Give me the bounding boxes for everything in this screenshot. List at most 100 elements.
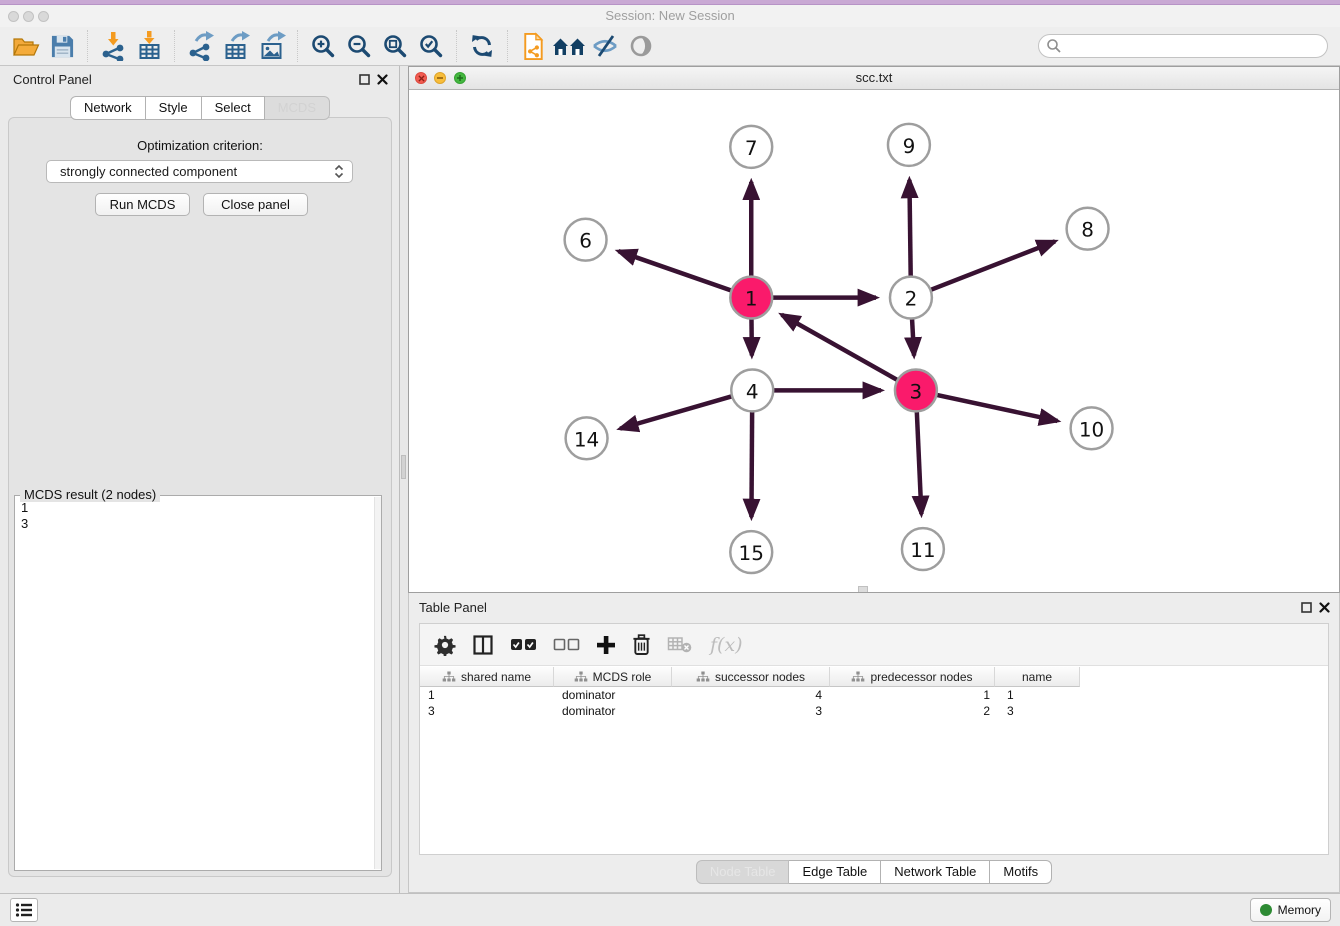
import-network-button[interactable] (95, 28, 131, 64)
network-canvas[interactable]: 1234678910111415 (409, 90, 1339, 592)
close-panel-button[interactable]: Close panel (203, 193, 308, 216)
tab-select[interactable]: Select (202, 96, 265, 120)
close-panel-icon[interactable] (377, 74, 388, 85)
zoom-in-button[interactable] (305, 28, 341, 64)
cell-mcds-role[interactable]: dominator (554, 704, 672, 718)
optimization-criterion-label: Optimization criterion: (9, 138, 391, 153)
cell-successor-nodes[interactable]: 3 (672, 704, 830, 718)
columns-icon (472, 634, 494, 656)
memory-button[interactable]: Memory (1250, 898, 1331, 922)
table-panel: Table Panel f(x) shared name MCDS role s… (408, 593, 1340, 893)
result-scrollbar[interactable] (374, 497, 381, 869)
network-from-file-button[interactable] (515, 28, 551, 64)
graph-edge-3-1[interactable] (782, 315, 900, 381)
cell-predecessor-nodes[interactable]: 2 (830, 704, 995, 718)
graph-edge-2-9[interactable] (909, 180, 910, 279)
graph-edge-4-14[interactable] (620, 396, 734, 429)
import-network-icon (100, 31, 127, 61)
splitter-handle[interactable] (401, 455, 406, 479)
toolbar-separator (507, 30, 508, 62)
column-header-mcds-role[interactable]: MCDS role (554, 667, 672, 687)
close-table-panel-icon[interactable] (1319, 602, 1330, 613)
table-settings-button[interactable] (434, 634, 456, 656)
float-table-panel-icon[interactable] (1301, 602, 1312, 613)
column-header-name[interactable]: name (995, 667, 1080, 687)
graph-edge-2-8[interactable] (929, 241, 1055, 290)
column-header-successor-nodes[interactable]: successor nodes (672, 667, 830, 687)
graph-edge-2-3[interactable] (912, 317, 914, 356)
mcds-result-item: 1 (21, 500, 371, 516)
graph-edge-3-10[interactable] (934, 394, 1057, 421)
graph-edge-4-15[interactable] (751, 409, 752, 517)
network-graph[interactable]: 1234678910111415 (409, 90, 1339, 592)
select-all-button[interactable] (510, 637, 537, 652)
table-row[interactable]: 3 dominator 3 2 3 (420, 703, 1328, 719)
refresh-icon (469, 33, 495, 59)
export-table-button[interactable] (218, 28, 254, 64)
network-window-titlebar[interactable]: scc.txt (409, 67, 1339, 90)
save-session-button[interactable] (44, 28, 80, 64)
cell-name[interactable]: 1 (995, 688, 1080, 702)
tab-network-table[interactable]: Network Table (881, 860, 990, 884)
cell-successor-nodes[interactable]: 4 (672, 688, 830, 702)
apply-layout-button[interactable] (464, 28, 500, 64)
save-icon (50, 34, 75, 59)
cell-mcds-role[interactable]: dominator (554, 688, 672, 702)
tab-mcds[interactable]: MCDS (265, 96, 330, 120)
dropdown-value: strongly connected component (60, 164, 334, 179)
chevron-up-down-icon (334, 164, 344, 179)
cell-shared-name[interactable]: 3 (420, 704, 554, 718)
table-row[interactable]: 1 dominator 4 1 1 (420, 687, 1328, 703)
status-bar: Memory (0, 893, 1340, 926)
column-header-shared-name[interactable]: shared name (420, 667, 554, 687)
show-columns-button[interactable] (472, 634, 494, 656)
task-history-button[interactable] (10, 898, 38, 922)
tab-motifs[interactable]: Motifs (990, 860, 1052, 884)
cell-predecessor-nodes[interactable]: 1 (830, 688, 995, 702)
control-panel-title: Control Panel (13, 72, 92, 87)
hide-selected-button[interactable] (587, 28, 623, 64)
tab-network[interactable]: Network (70, 96, 146, 120)
graph-node-label: 4 (746, 379, 759, 403)
add-row-button[interactable] (596, 635, 616, 655)
network-file-icon (521, 32, 545, 61)
tab-edge-table[interactable]: Edge Table (789, 860, 881, 884)
column-header-predecessor-nodes[interactable]: predecessor nodes (830, 667, 995, 687)
export-image-button[interactable] (254, 28, 290, 64)
zoom-fit-button[interactable] (377, 28, 413, 64)
graph-node-label: 11 (910, 538, 935, 562)
tab-node-table[interactable]: Node Table (696, 860, 790, 884)
optimization-criterion-dropdown[interactable]: strongly connected component (46, 160, 353, 183)
open-file-button[interactable] (8, 28, 44, 64)
cell-shared-name[interactable]: 1 (420, 688, 554, 702)
export-network-button[interactable] (182, 28, 218, 64)
mcds-result-item: 3 (21, 516, 371, 532)
graph-node-label: 7 (745, 136, 758, 160)
vertical-splitter[interactable] (400, 66, 408, 893)
graph-edge-1-6[interactable] (619, 251, 734, 291)
table-header-row: shared name MCDS role successor nodes pr… (420, 667, 1328, 687)
hierarchy-icon (696, 671, 710, 682)
delete-table-icon (667, 635, 692, 654)
zoom-fit-icon (382, 33, 408, 59)
delete-table-button (667, 635, 692, 654)
canvas-resize-handle[interactable] (858, 586, 868, 592)
toolbar-separator (174, 30, 175, 62)
graph-node-label: 8 (1081, 218, 1094, 242)
zoom-selected-button[interactable] (413, 28, 449, 64)
tab-style[interactable]: Style (146, 96, 202, 120)
search-field[interactable] (1038, 34, 1328, 58)
deselect-all-button[interactable] (553, 637, 580, 652)
float-panel-icon[interactable] (359, 74, 370, 85)
birds-eye-view-button[interactable] (623, 28, 659, 64)
eye-icon (628, 33, 654, 59)
zoom-out-button[interactable] (341, 28, 377, 64)
graph-edge-3-11[interactable] (917, 409, 922, 514)
function-builder-button: f(x) (708, 632, 744, 658)
delete-row-button[interactable] (632, 633, 651, 656)
cell-name[interactable]: 3 (995, 704, 1080, 718)
run-mcds-button[interactable]: Run MCDS (95, 193, 190, 216)
search-input[interactable] (1062, 37, 1327, 55)
first-neighbors-button[interactable] (551, 28, 587, 64)
import-table-button[interactable] (131, 28, 167, 64)
